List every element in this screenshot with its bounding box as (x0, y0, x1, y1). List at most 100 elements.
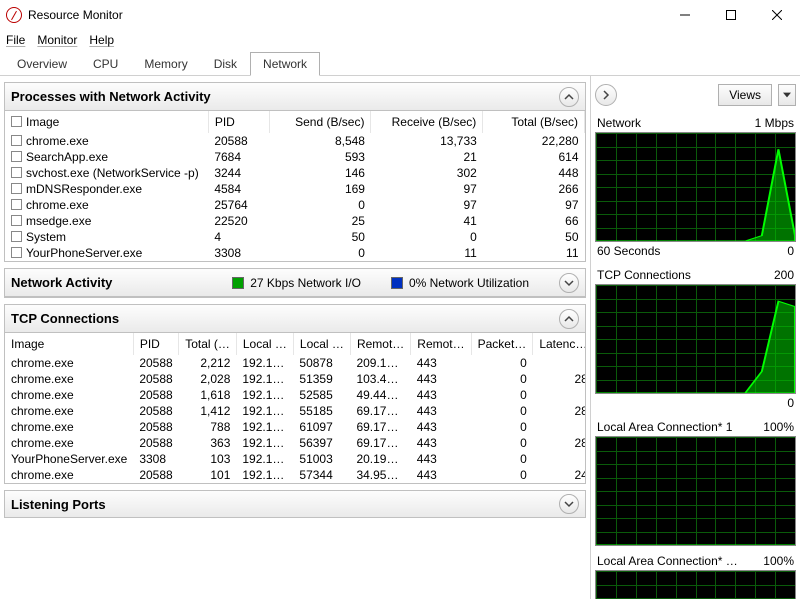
chart-canvas (595, 132, 796, 242)
panel-processes: Processes with Network Activity Image PI… (4, 82, 586, 262)
close-button[interactable] (754, 0, 800, 30)
chart-canvas (595, 436, 796, 546)
panel-listening-header[interactable]: Listening Ports (4, 490, 586, 518)
col-rport[interactable]: Remot… (411, 333, 471, 355)
col-lport[interactable]: Local … (293, 333, 350, 355)
chart-title: Local Area Connection* 1 (597, 420, 732, 434)
maximize-button[interactable] (708, 0, 754, 30)
collapse-icon[interactable] (559, 87, 579, 107)
tabstrip: Overview CPU Memory Disk Network (0, 50, 800, 76)
table-row[interactable]: YourPhoneServer.exe3308103192.1…5100320.… (5, 451, 585, 467)
col-raddr[interactable]: Remot… (350, 333, 410, 355)
minimize-button[interactable] (662, 0, 708, 30)
col-total[interactable]: Total (B/sec) (483, 111, 585, 133)
col-laddr[interactable]: Local … (236, 333, 293, 355)
chart-title: Network (597, 116, 641, 130)
panel-listening-title: Listening Ports (11, 497, 106, 512)
collapse-icon[interactable] (559, 309, 579, 329)
panel-processes-title: Processes with Network Activity (11, 89, 211, 104)
table-row[interactable]: chrome.exe205881,412192.1…5518569.17…443… (5, 403, 585, 419)
processes-table: Image PID Send (B/sec) Receive (B/sec) T… (5, 111, 585, 261)
checkbox-icon[interactable] (11, 135, 22, 146)
chart-block: Network 1 Mbps 60 Seconds 0 (595, 114, 796, 260)
table-row[interactable]: chrome.exe205881,618192.1…5258549.44…443… (5, 387, 585, 403)
col-total[interactable]: Total (… (179, 333, 237, 355)
chart-xleft: 60 Seconds (597, 244, 660, 258)
table-row[interactable]: mDNSResponder.exe458416997266 (5, 181, 585, 197)
window-title: Resource Monitor (28, 8, 123, 22)
chevron-right-icon[interactable] (595, 84, 617, 106)
table-row[interactable]: chrome.exe205882,212192.1…50878209.1…443… (5, 355, 585, 371)
panel-tcp: TCP Connections Image PID Total (… Local… (4, 304, 586, 484)
panel-processes-header[interactable]: Processes with Network Activity (5, 83, 585, 111)
panel-activity-title: Network Activity (11, 275, 112, 290)
views-dropdown-icon[interactable] (778, 84, 796, 106)
expand-icon[interactable] (559, 273, 579, 293)
col-image[interactable]: Image (5, 111, 208, 133)
legend-util-swatch (391, 277, 403, 289)
col-send[interactable]: Send (B/sec) (269, 111, 371, 133)
tab-network[interactable]: Network (250, 52, 320, 76)
col-image[interactable]: Image (5, 333, 133, 355)
checkbox-icon[interactable] (11, 247, 22, 258)
legend-io-swatch (232, 277, 244, 289)
checkbox-icon[interactable] (11, 116, 22, 127)
table-row[interactable]: chrome.exe205888,54813,73322,280 (5, 133, 585, 149)
left-column: Processes with Network Activity Image PI… (0, 76, 590, 599)
table-row[interactable]: chrome.exe20588363192.1…5639769.17…44302… (5, 435, 585, 451)
legend-io: 27 Kbps Network I/O (232, 276, 361, 290)
tab-overview[interactable]: Overview (4, 52, 80, 76)
checkbox-icon[interactable] (11, 151, 22, 162)
col-loss[interactable]: Packet… (471, 333, 533, 355)
panel-processes-body: Image PID Send (B/sec) Receive (B/sec) T… (5, 111, 585, 261)
checkbox-icon[interactable] (11, 183, 22, 194)
table-row[interactable]: chrome.exe2576409797 (5, 197, 585, 213)
chart-title: TCP Connections (597, 268, 691, 282)
table-row[interactable]: chrome.exe20588788192.1…6109769.17…4430 (5, 419, 585, 435)
col-pid[interactable]: PID (133, 333, 178, 355)
content-area: Processes with Network Activity Image PI… (0, 76, 800, 599)
col-pid[interactable]: PID (208, 111, 269, 133)
table-row[interactable]: SearchApp.exe768459321614 (5, 149, 585, 165)
legend-io-text: 27 Kbps Network I/O (250, 276, 361, 290)
menu-help[interactable]: Help (89, 33, 114, 47)
chart-title: Local Area Connection* … (597, 554, 738, 568)
table-row[interactable]: msedge.exe22520254166 (5, 213, 585, 229)
table-row[interactable]: chrome.exe205882,028192.1…51359103.4…443… (5, 371, 585, 387)
tab-disk[interactable]: Disk (201, 52, 250, 76)
tab-memory[interactable]: Memory (131, 52, 200, 76)
views-button[interactable]: Views (718, 84, 772, 106)
chart-canvas (595, 284, 796, 394)
panel-activity-header[interactable]: Network Activity 27 Kbps Network I/O 0% … (5, 269, 585, 297)
menu-file[interactable]: File (6, 33, 25, 47)
chart-xright: 0 (787, 244, 794, 258)
table-row[interactable]: svchost.exe (NetworkService -p)324414630… (5, 165, 585, 181)
window-buttons (662, 0, 800, 30)
col-lat[interactable]: Latenc… (533, 333, 585, 355)
panel-tcp-header[interactable]: TCP Connections (5, 305, 585, 333)
chart-block: Local Area Connection* 1 100% (595, 418, 796, 546)
expand-icon[interactable] (559, 494, 579, 514)
panel-tcp-title: TCP Connections (11, 311, 119, 326)
panel-activity: Network Activity 27 Kbps Network I/O 0% … (4, 268, 586, 298)
checkbox-icon[interactable] (11, 215, 22, 226)
table-row[interactable]: chrome.exe20588101192.1…5734434.95…44302… (5, 467, 585, 483)
chart-max: 100% (763, 554, 794, 568)
menu-monitor[interactable]: Monitor (37, 33, 77, 47)
titlebar: Resource Monitor (0, 0, 800, 30)
checkbox-icon[interactable] (11, 231, 22, 242)
panel-tcp-body[interactable]: Image PID Total (… Local … Local … Remot… (5, 333, 585, 483)
chart-block: Local Area Connection* … 100% (595, 552, 796, 599)
app-icon (6, 7, 22, 23)
chart-xright: 0 (787, 396, 794, 410)
table-row[interactable]: System450050 (5, 229, 585, 245)
checkbox-icon[interactable] (11, 167, 22, 178)
chart-canvas (595, 570, 796, 599)
table-row[interactable]: YourPhoneServer.exe330801111 (5, 245, 585, 261)
col-recv[interactable]: Receive (B/sec) (371, 111, 483, 133)
tab-cpu[interactable]: CPU (80, 52, 131, 76)
chart-max: 100% (763, 420, 794, 434)
menubar: File Monitor Help (0, 30, 800, 50)
chart-max: 1 Mbps (755, 116, 794, 130)
checkbox-icon[interactable] (11, 199, 22, 210)
